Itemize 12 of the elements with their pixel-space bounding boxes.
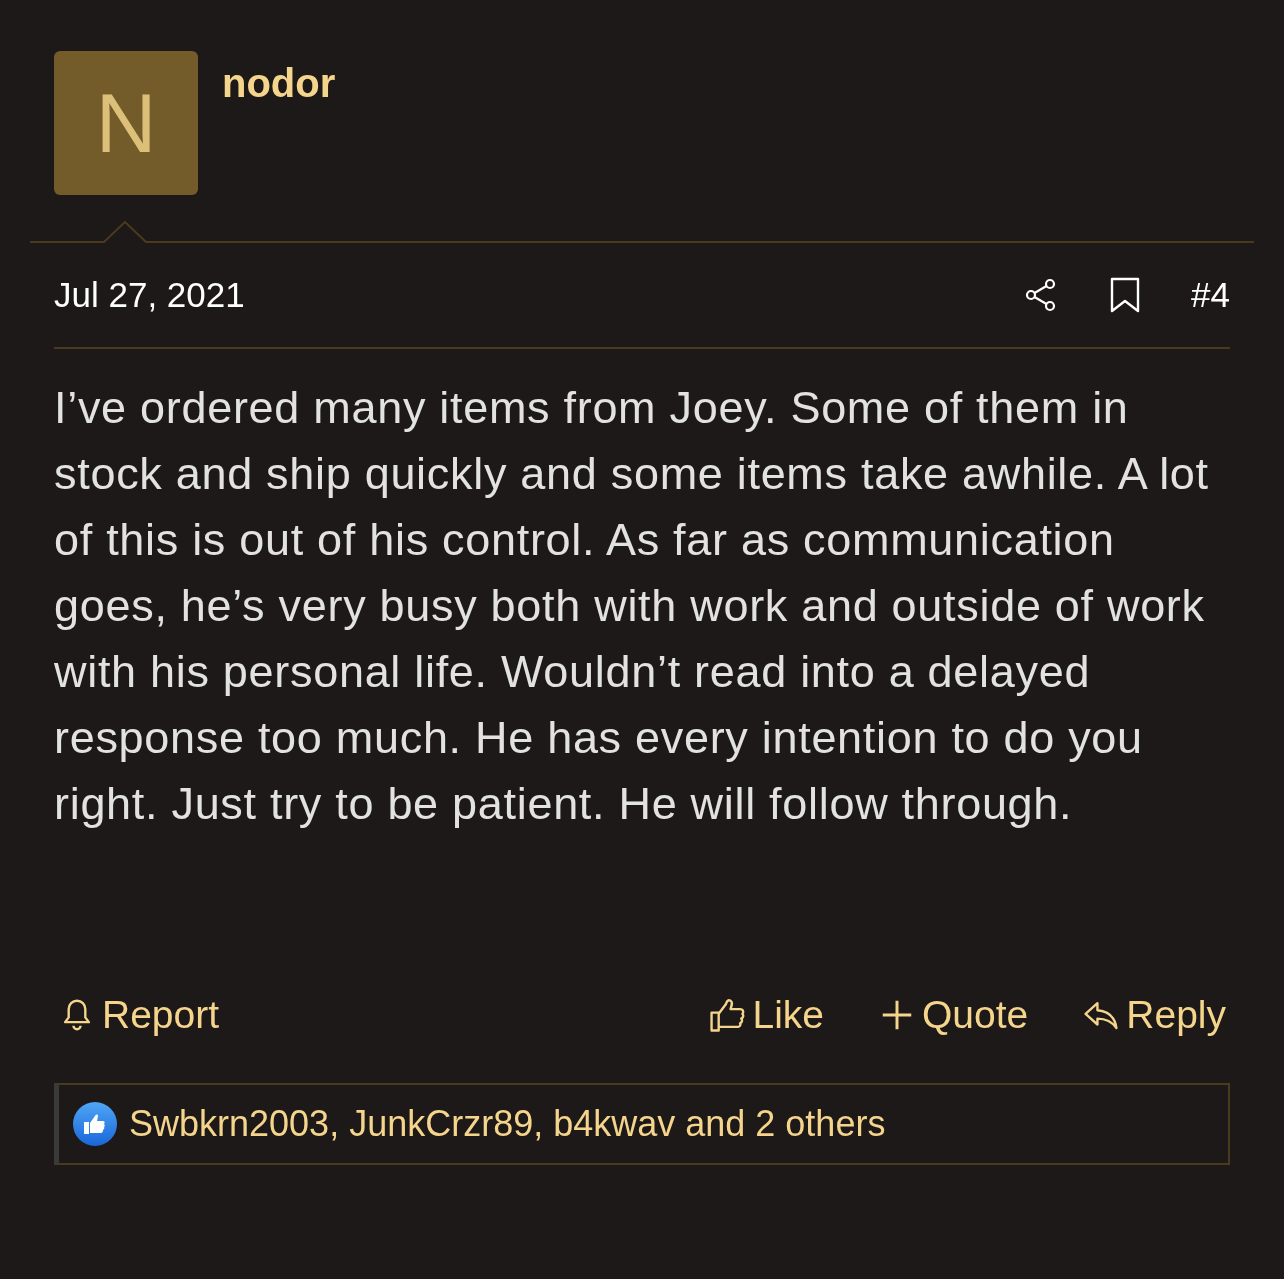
post-number-link[interactable]: #4 [1191,275,1230,315]
reaction-users-link[interactable]: Swbkrn2003, JunkCrzr89, b4kwav and 2 others [129,1103,886,1145]
quote-button[interactable]: Quote [874,993,1033,1037]
post-date[interactable]: Jul 27, 2021 [54,275,1024,315]
user-avatar[interactable]: N [54,51,198,195]
reply-button[interactable]: Reply [1078,993,1230,1037]
post-body: I’ve ordered many items from Joey. Some of them in stock and ship quickly and some items take awhile. A lot of this is out of his control. As far as communication goes, he’s very busy both with work and outside of work with his personal life. Wouldn’t read into a delayed response too much. He has every intention to do you right. Just try to be patient. He will follow through. [54,381,1210,831]
username-link[interactable]: nodor [222,61,336,109]
thumbs-up-badge-icon [73,1102,117,1146]
report-button[interactable]: Report [54,993,224,1037]
thumbs-up-icon [708,996,747,1034]
like-button[interactable]: Like [704,993,829,1037]
